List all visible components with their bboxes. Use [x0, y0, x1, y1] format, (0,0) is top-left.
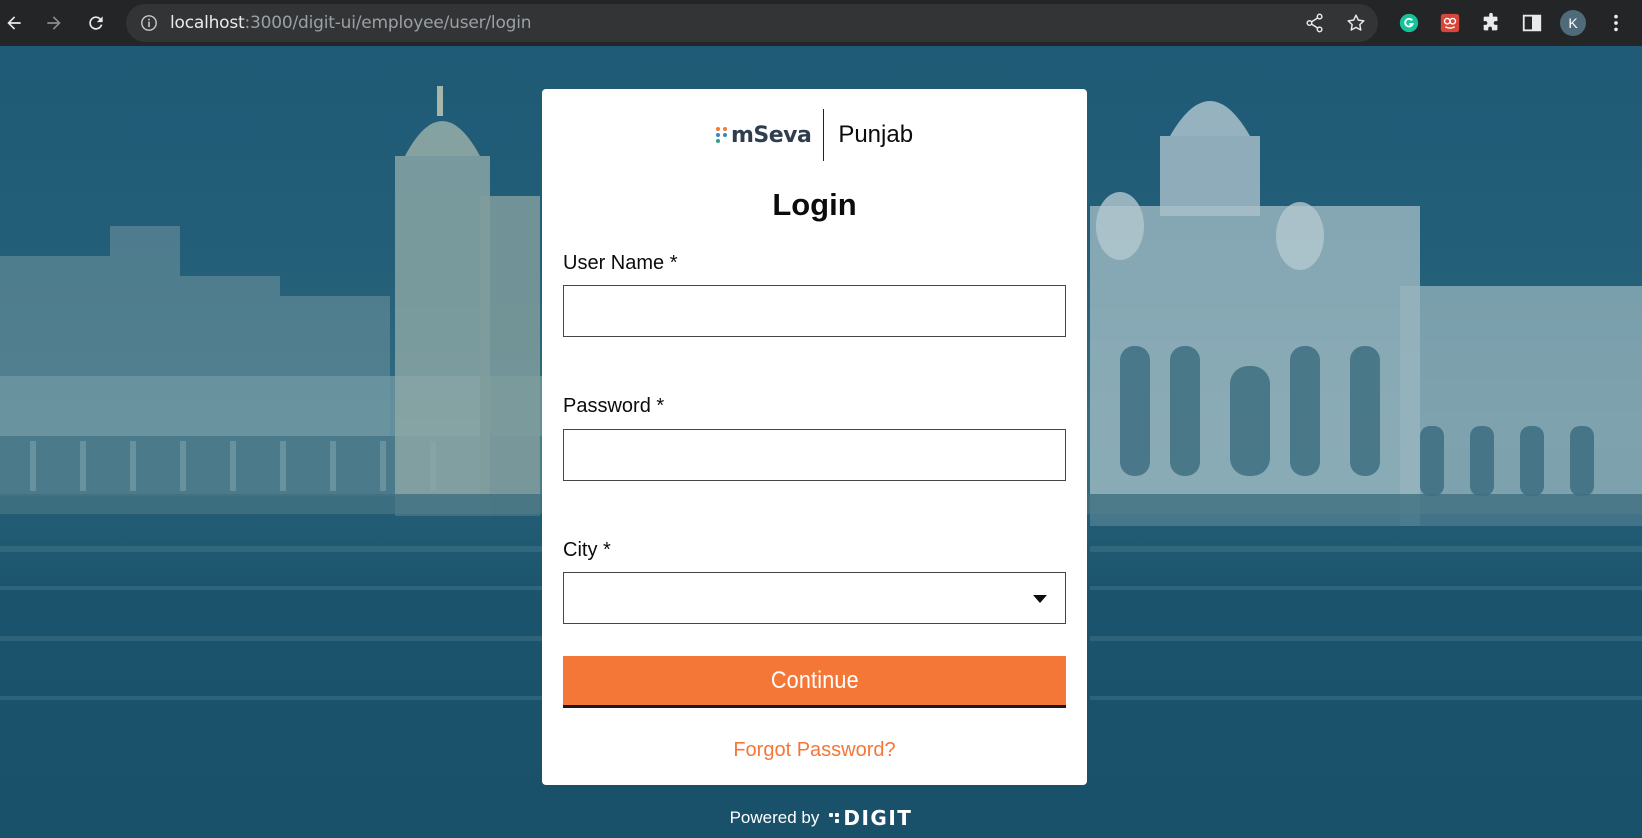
mseva-logo: mSeva [715, 122, 812, 148]
profile-initial: K [1560, 10, 1586, 36]
bookmark-star-icon[interactable] [1342, 9, 1370, 37]
chevron-down-icon[interactable] [1033, 595, 1047, 603]
city-select[interactable] [563, 572, 1066, 624]
page-title: Login [772, 187, 857, 222]
login-card: mSeva Punjab Login User Name * Password … [542, 89, 1087, 785]
city-label: City * [563, 539, 611, 561]
mseva-dots-icon [715, 127, 728, 143]
brand-divider [823, 109, 825, 161]
digit-dots-icon [829, 813, 840, 823]
browser-toolbar: localhost:3000/digit-ui/employee/user/lo… [0, 0, 1642, 46]
address-bar[interactable]: localhost:3000/digit-ui/employee/user/lo… [126, 4, 1378, 42]
continue-button-label: Continue [770, 666, 859, 694]
side-panel-icon[interactable] [1518, 9, 1546, 37]
forward-arrow-icon[interactable] [41, 10, 67, 36]
mseva-logo-text: mSeva [730, 122, 812, 148]
puzzle-extensions-icon[interactable] [1477, 9, 1505, 37]
powered-by-text: Powered by [729, 808, 820, 827]
url-host: localhost [170, 13, 245, 33]
password-label: Password * [563, 395, 665, 417]
url-text: localhost:3000/digit-ui/employee/user/lo… [170, 13, 532, 33]
kebab-menu-icon[interactable] [1602, 9, 1630, 37]
powered-by-footer: Powered by DIGIT [0, 806, 1642, 830]
reload-icon[interactable] [83, 10, 109, 36]
share-icon[interactable] [1301, 9, 1329, 37]
password-input[interactable] [563, 429, 1066, 481]
forgot-password-link[interactable]: Forgot Password? [542, 739, 1087, 762]
username-input[interactable] [563, 285, 1066, 337]
profile-avatar[interactable]: K [1559, 9, 1587, 37]
digit-logo: DIGIT [829, 806, 912, 830]
back-arrow-icon[interactable] [1, 10, 27, 36]
continue-button[interactable]: Continue [563, 656, 1066, 708]
url-path: :3000/digit-ui/employee/user/login [244, 13, 532, 33]
info-icon[interactable] [140, 14, 158, 32]
extension-red-icon[interactable] [1436, 9, 1464, 37]
grammarly-extension-icon[interactable] [1395, 9, 1423, 37]
brand-city: Punjab [838, 121, 914, 148]
digit-logo-text: DIGIT [843, 806, 913, 830]
brand-header: mSeva Punjab [542, 109, 1087, 161]
username-label: User Name * [563, 252, 678, 274]
